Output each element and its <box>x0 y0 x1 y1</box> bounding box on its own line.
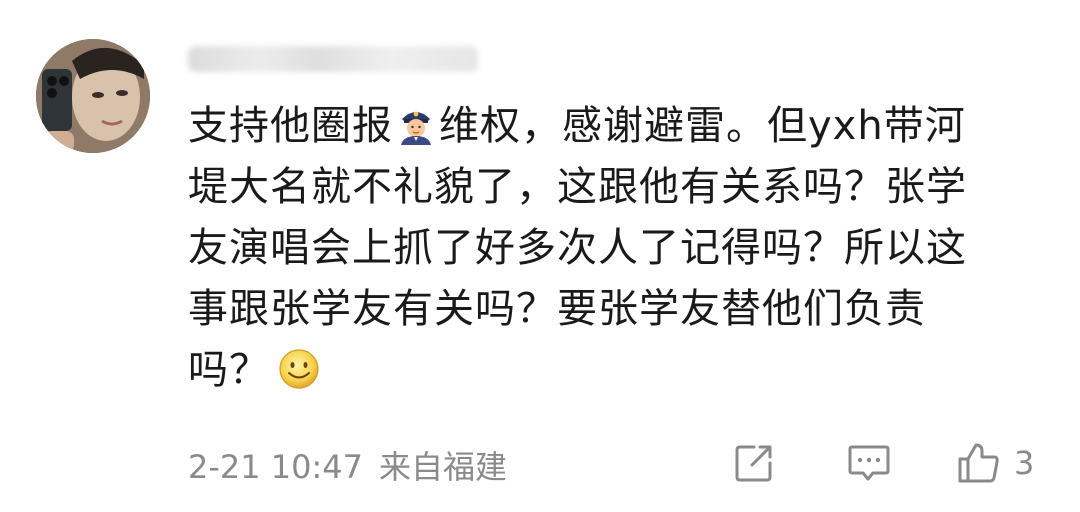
comment-text-segment: 维权，感谢避雷。但yxh带河 <box>439 103 966 149</box>
comment-line-5: 吗？ <box>188 340 1048 401</box>
username-redacted <box>188 46 478 72</box>
username[interactable] <box>188 38 488 78</box>
share-icon <box>735 445 772 482</box>
comment-location: 来自福建 <box>379 448 508 486</box>
comment-footer: 2-21 10:47 来自福建 3 <box>188 440 1048 486</box>
smile-emoji-icon <box>279 349 319 389</box>
like-button[interactable]: 3 <box>956 440 1034 486</box>
comment-line-4: 事跟张学友有关吗？要张学友替他们负责 <box>188 286 926 332</box>
comment-line-1: 支持他圈报 维权，感谢避雷。但yxh带河 <box>188 96 1048 157</box>
reply-button[interactable] <box>846 440 892 486</box>
comment-card: 支持他圈报 维权，感谢避雷。但yxh带河 堤大名就不礼貌了，这跟他有关系吗？张学… <box>0 0 1080 512</box>
comment-line-2: 堤大名就不礼貌了，这跟他有关系吗？张学 <box>188 164 967 210</box>
comment-icon <box>848 445 890 481</box>
thumbs-up-icon <box>958 443 999 483</box>
avatar-image <box>36 39 150 153</box>
comment-date: 2-21 10:47 <box>188 448 364 486</box>
comment-text: 支持他圈报 维权，感谢避雷。但yxh带河 堤大名就不礼貌了，这跟他有关系吗？张学… <box>188 96 1048 401</box>
comment-line-3: 友演唱会上抓了好多次人了记得吗？所以这 <box>188 225 967 271</box>
comment-text-segment: 支持他圈报 <box>188 103 393 149</box>
avatar[interactable] <box>36 39 150 153</box>
comment-meta: 2-21 10:47 来自福建 <box>188 442 507 488</box>
share-button[interactable] <box>732 440 776 486</box>
like-count: 3 <box>1014 444 1035 482</box>
police-officer-emoji-icon <box>401 111 431 145</box>
comment-text-segment: 吗？ <box>188 347 270 393</box>
